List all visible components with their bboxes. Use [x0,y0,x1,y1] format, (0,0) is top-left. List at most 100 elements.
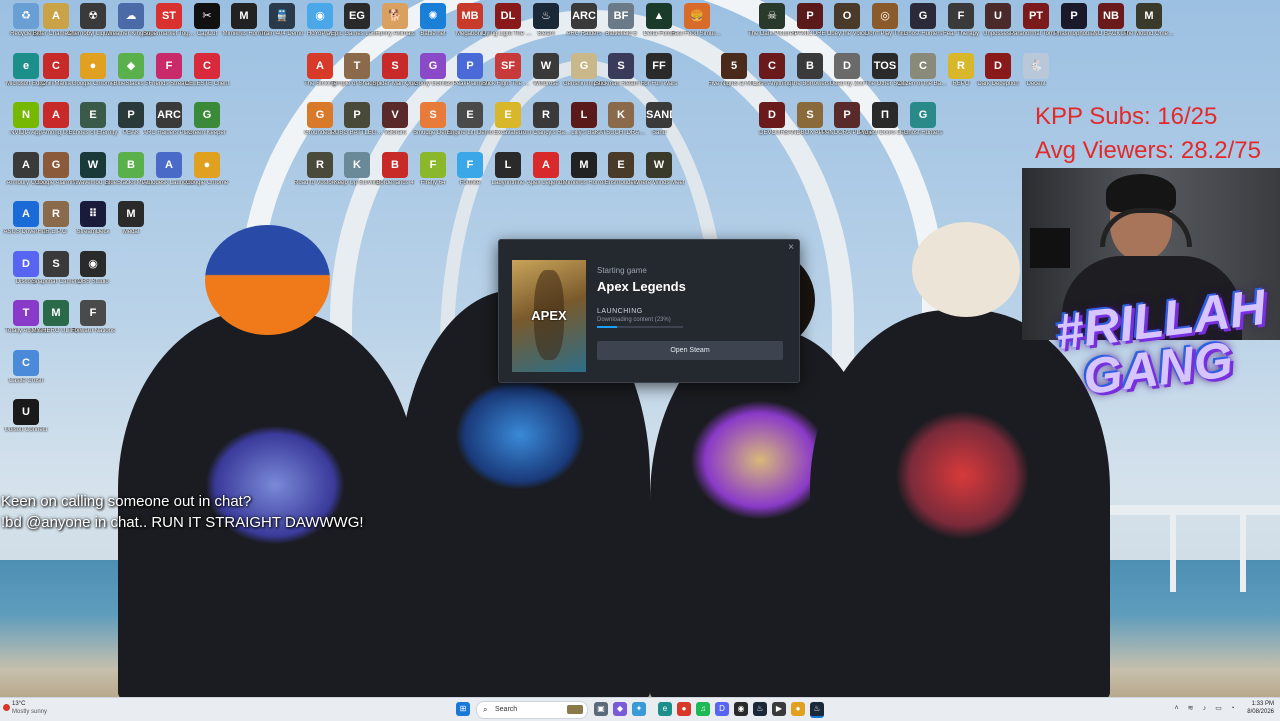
spotify-icon[interactable]: ♫ [696,702,710,716]
wallpaper-pier-post [1170,512,1176,592]
search-box[interactable]: ⌕ Search [476,701,588,719]
open-steam-button[interactable]: Open Steam [597,341,783,360]
discord-icon[interactable]: D [715,702,729,716]
desktop-icon[interactable]: W Where Winds Meet [633,151,685,200]
app-icon: U [13,399,39,425]
desktop-icon[interactable]: F Forward Nations [67,300,119,348]
app-icon: EG [344,3,370,29]
chrome-icon[interactable]: ● [791,702,805,716]
app-icon: BF [608,3,634,29]
desktop-icon[interactable]: 🍔 Fast Food Simulator [671,3,723,51]
app-icon: F [457,151,483,178]
dialog-subtitle: Starting game [597,266,647,275]
app-icon: D [834,52,860,79]
app-icon: W [646,151,672,178]
app-icon: G [910,102,936,128]
app-icon: B [118,151,144,178]
app-icon: P [797,3,823,29]
app-icon: E [80,102,106,128]
desktop-icon[interactable]: M The Mound Omen of Cthulhu [1123,3,1175,51]
app-icon: R [948,52,974,79]
desktop-icon[interactable]: FF For Fun Wars [633,52,685,101]
volume-icon[interactable]: ♪ [1200,704,1209,713]
close-icon[interactable]: × [788,242,794,253]
desktop-icon[interactable]: U Ubisoft Connect [0,399,52,447]
task-view-icon[interactable]: ▣ [594,702,608,716]
battery-icon[interactable]: ▭ [1214,704,1223,713]
desktop-icon[interactable]: G Ghost Hunters [897,102,949,150]
desktop-icon[interactable]: ● Google Chrome [181,151,233,200]
desktop-icon[interactable]: M Medal [105,201,157,249]
chrome-icon[interactable]: ● [677,702,691,716]
desktop-icon[interactable]: 🐇 Decent [1010,52,1062,101]
app-icon: PT [1023,3,1049,29]
desktop-icon[interactable]: C CELESTE Client [181,52,233,101]
app-icon: P [457,52,483,79]
app-icon: C [43,52,69,79]
app-icon: C [194,52,220,79]
network-icon[interactable]: ≋ [1186,704,1195,713]
app-icon: U [985,3,1011,29]
app-icon: ARC [571,3,597,29]
clock[interactable]: 1:33 PM 8/08/2026 [1240,700,1274,716]
app-icon: P [1061,3,1087,29]
app-icon: K [344,151,370,178]
desktop-icon-label: Decent [1026,80,1046,87]
clock-time: 1:33 PM [1251,701,1274,707]
app-icon: R [43,201,69,227]
steam-launch-dialog: × APEX Starting game Apex Legends LAUNCH… [498,239,800,383]
taskbar: 13°C Mostly sunny ⊞ ⌕ Search ▣ ◆ ✦ e ● ♫… [0,697,1280,721]
desktop-icon[interactable]: G Green Keeper [181,102,233,150]
steam-icon[interactable]: ♨ [753,702,767,716]
app-icon: ✺ [420,3,446,29]
start-icon[interactable]: ⊞ [456,702,470,716]
app-icon: O [834,3,860,29]
app-icon: A [533,151,559,178]
webcam-monitor [1030,228,1070,268]
steam-icon[interactable]: ♨ [810,702,824,718]
app-icon: M [231,3,257,29]
desktop-icon[interactable]: ◉ OBS Studio [67,250,119,299]
desktop-icon-label: CELESTE Client [184,80,230,87]
weather-temp: 13°C [12,701,26,707]
desktop-icon[interactable]: SAND Sand [633,102,685,150]
app-icon: ▲ [646,3,672,29]
app-icon: ARC [156,102,182,128]
wallpaper-pier [1100,505,1280,515]
app-icon: ◉ [80,250,106,277]
game-cover-art: APEX [512,260,586,372]
app-icon: S [608,52,634,79]
app-icon: 🚆 [269,3,295,29]
media-icon[interactable]: ▶ [772,702,786,716]
app-icon: ● [80,52,106,79]
kpp-subs-text: KPP Subs: 16/25 [1035,103,1218,130]
app-icon: Π [872,102,898,128]
app-icon: ST [156,3,182,29]
weather-alert-icon [3,704,10,711]
notification-icon[interactable]: ◔ [1228,704,1237,713]
app-icon: D [759,102,785,128]
launch-status: LAUNCHING [597,308,643,315]
desktop-icon-label: Fast Food Simulator [671,31,723,37]
search-highlight-icon [567,705,583,714]
weather-widget[interactable]: 13°C Mostly sunny [12,700,47,716]
weather-desc: Mostly sunny [12,709,48,715]
edge-icon[interactable]: e [658,702,672,716]
desktop-icon-label: Ubisoft Connect [4,427,48,433]
app-icon: G [420,52,446,79]
chat-line-2: !bd @anyone in chat.. RUN IT STRAIGHT DA… [1,514,364,531]
desktop-icon[interactable]: C Castle Crush [0,349,52,398]
widgets-icon[interactable]: ◆ [613,702,627,716]
app-icon: M [1136,3,1162,29]
obs-icon[interactable]: ◉ [734,702,748,716]
app-icon: G [910,3,936,29]
app-icon: P [118,102,144,128]
app-icon: 🐇 [1023,52,1049,79]
app-icon: MB [457,3,483,29]
app-icon: S [382,52,408,79]
tray-overflow-icon[interactable]: ˄ [1172,704,1181,713]
app-icon: B [382,151,408,178]
app-icon: M [43,300,69,326]
hoodie-logo [455,380,585,490]
app-icon: P [834,102,860,128]
